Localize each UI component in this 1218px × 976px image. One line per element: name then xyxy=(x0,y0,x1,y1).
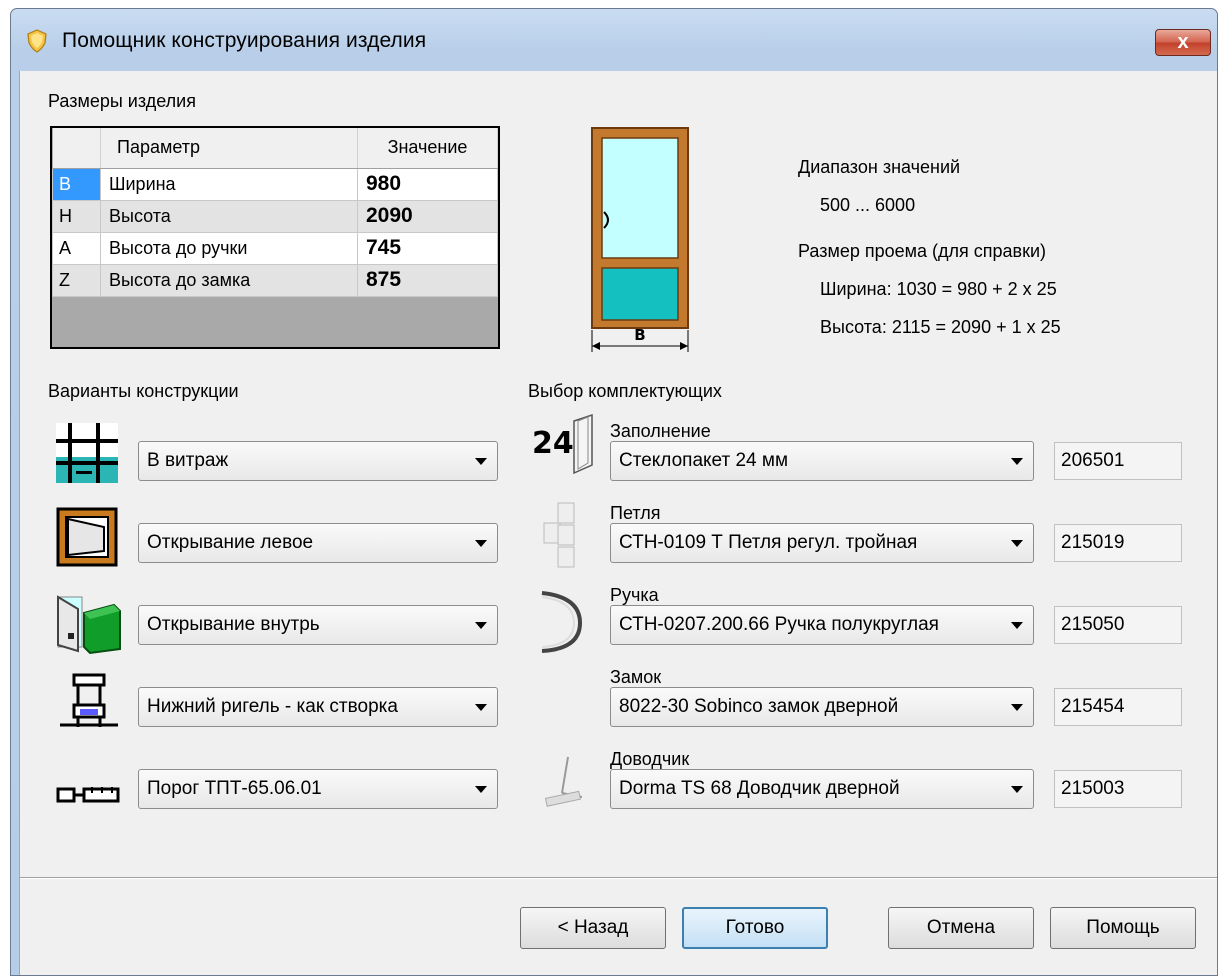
chevron-down-icon xyxy=(475,704,487,711)
back-button[interactable]: < Назад xyxy=(520,907,666,949)
row-param: Ширина xyxy=(100,167,358,201)
chevron-down-icon xyxy=(1011,704,1023,711)
row-value[interactable]: 980 xyxy=(357,167,498,201)
close-button[interactable]: x xyxy=(1155,29,1211,56)
chevron-down-icon xyxy=(1011,458,1023,465)
help-button[interactable]: Помощь xyxy=(1050,907,1196,949)
handle-icon xyxy=(541,591,583,653)
dialog-body: Размеры изделия Параметр Значение B Шири… xyxy=(19,71,1217,975)
chevron-down-icon xyxy=(1011,786,1023,793)
threshold-select[interactable]: Порог ТПТ-65.06.01 xyxy=(138,769,498,809)
hinge-label: Петля xyxy=(610,503,661,523)
hinge-value: СТН-0109 Т Петля регул. тройная xyxy=(619,532,918,553)
table-row[interactable]: Z Высота до замка 875 xyxy=(52,263,498,297)
range-value: 500 ... 6000 xyxy=(820,195,916,215)
left-opening-icon xyxy=(56,507,118,567)
filling-code: 206501 xyxy=(1054,442,1182,480)
title-bar[interactable]: Помощник конструирования изделия x xyxy=(11,9,1217,71)
hinge-icon xyxy=(543,502,575,568)
inward-opening-icon xyxy=(57,595,121,655)
chevron-down-icon xyxy=(1011,540,1023,547)
glass-unit-icon: 24 xyxy=(532,413,593,475)
row-key: H xyxy=(52,199,101,233)
lock-label: Замок xyxy=(610,667,662,687)
chevron-down-icon xyxy=(475,786,487,793)
threshold-value: Порог ТПТ-65.06.01 xyxy=(147,778,322,799)
row-key: Z xyxy=(52,263,101,297)
row-value[interactable]: 745 xyxy=(357,231,498,265)
bottom-rail-select[interactable]: Нижний ригель - как створка xyxy=(138,687,498,727)
header-key xyxy=(52,128,101,169)
lock-value: 8022-30 Sobinco замок дверной xyxy=(619,696,899,717)
handle-label: Ручка xyxy=(610,585,659,605)
construction-type-select[interactable]: В витраж xyxy=(138,441,498,481)
opening-side-value: Открывание левое xyxy=(147,532,314,553)
row-value[interactable]: 2090 xyxy=(357,199,498,233)
opening-label: Размер проема (для справки) xyxy=(798,241,1047,261)
header-value: Значение xyxy=(357,128,498,169)
glass-thickness-label: 24 xyxy=(532,426,574,461)
finish-button[interactable]: Готово xyxy=(682,907,828,949)
door-preview-image: B xyxy=(591,127,689,352)
mullion-frame-icon xyxy=(56,423,118,483)
components-section-label: Выбор комплектующих xyxy=(528,381,722,401)
filling-label: Заполнение xyxy=(610,421,711,441)
chevron-down-icon xyxy=(475,622,487,629)
lock-select[interactable]: 8022-30 Sobinco замок дверной xyxy=(610,687,1034,727)
row-param: Высота xyxy=(100,199,358,233)
size-section-label: Размеры изделия xyxy=(48,91,196,111)
construction-section-label: Варианты конструкции xyxy=(48,381,239,401)
table-row[interactable]: B Ширина 980 xyxy=(52,167,498,201)
bottom-rail-value: Нижний ригель - как створка xyxy=(147,696,398,717)
hinge-select[interactable]: СТН-0109 Т Петля регул. тройная xyxy=(610,523,1034,563)
handle-code: 215050 xyxy=(1054,606,1182,644)
table-header: Параметр Значение xyxy=(52,128,498,169)
closer-label: Доводчик xyxy=(610,749,690,769)
filling-value: Стеклопакет 24 мм xyxy=(619,450,789,471)
opening-side-select[interactable]: Открывание левое xyxy=(138,523,498,563)
cancel-button[interactable]: Отмена xyxy=(888,907,1034,949)
table-row[interactable]: A Высота до ручки 745 xyxy=(52,231,498,265)
wizard-window: Помощник конструирования изделия x Разме… xyxy=(10,8,1218,976)
row-value[interactable]: 875 xyxy=(357,263,498,297)
opening-width: Ширина: 1030 = 980 + 2 x 25 xyxy=(820,279,1057,299)
handle-select[interactable]: СТН-0207.200.66 Ручка полукруглая xyxy=(610,605,1034,645)
footer-divider xyxy=(20,877,1217,879)
row-param: Высота до замка xyxy=(100,263,358,297)
params-table[interactable]: Параметр Значение B Ширина 980 H Высота … xyxy=(50,126,500,349)
bottom-rail-icon xyxy=(60,673,118,727)
closer-select[interactable]: Dorma TS 68 Доводчик дверной xyxy=(610,769,1034,809)
app-shield-icon xyxy=(27,29,47,53)
hinge-code: 215019 xyxy=(1054,524,1182,562)
closer-code: 215003 xyxy=(1054,770,1182,808)
row-key: A xyxy=(52,231,101,265)
door-dimension-label: B xyxy=(634,326,645,344)
chevron-down-icon xyxy=(1011,622,1023,629)
lock-code: 215454 xyxy=(1054,688,1182,726)
opening-direction-value: Открывание внутрь xyxy=(147,614,320,635)
row-param: Высота до ручки xyxy=(100,231,358,265)
chevron-down-icon xyxy=(475,458,487,465)
opening-direction-select[interactable]: Открывание внутрь xyxy=(138,605,498,645)
header-param: Параметр xyxy=(100,128,358,169)
window-title: Помощник конструирования изделия xyxy=(62,29,427,52)
door-closer-icon xyxy=(544,756,583,807)
row-key: B xyxy=(52,167,101,201)
filling-select[interactable]: Стеклопакет 24 мм xyxy=(610,441,1034,481)
chevron-down-icon xyxy=(475,540,487,547)
opening-height: Высота: 2115 = 2090 + 1 x 25 xyxy=(820,317,1061,337)
construction-type-value: В витраж xyxy=(147,450,229,471)
range-label: Диапазон значений xyxy=(798,157,961,177)
closer-value: Dorma TS 68 Доводчик дверной xyxy=(619,778,900,799)
close-icon: x xyxy=(1177,31,1189,53)
handle-value: СТН-0207.200.66 Ручка полукруглая xyxy=(619,614,939,635)
table-row[interactable]: H Высота 2090 xyxy=(52,199,498,233)
threshold-icon xyxy=(56,787,120,803)
